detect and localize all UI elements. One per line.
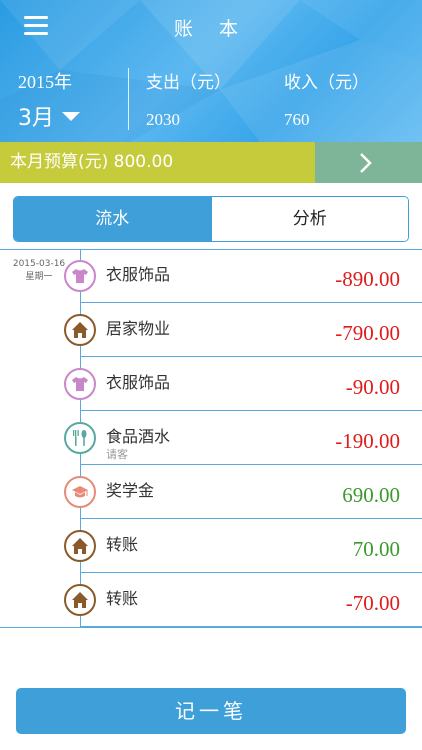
record-row[interactable]: 居家物业 -790.00: [0, 303, 422, 357]
income-label: 收入（元）: [284, 73, 369, 93]
record-category: 居家物业: [106, 319, 171, 338]
record-category: 衣服饰品: [106, 373, 171, 392]
expense-label: 支出（元）: [146, 73, 231, 93]
record-amount: -190.00: [335, 429, 400, 453]
month-selector[interactable]: 3月: [18, 100, 54, 132]
house-icon: [64, 530, 96, 562]
record-category: 衣服饰品: [106, 265, 171, 284]
add-record-button[interactable]: 记一笔: [16, 688, 406, 734]
record-category: 转账: [106, 535, 139, 554]
utensils-icon: [64, 422, 96, 454]
chevron-right-icon: [360, 153, 372, 173]
house-icon: [64, 584, 96, 616]
record-row[interactable]: 转账 -70.00: [0, 573, 422, 627]
record-category: 食品酒水: [106, 427, 171, 446]
list-bottom-divider: [0, 627, 422, 628]
record-note: 请客: [106, 448, 128, 461]
record-amount: 70.00: [352, 537, 400, 561]
record-row[interactable]: 衣服饰品 -90.00: [0, 357, 422, 411]
header-divider: [128, 68, 129, 130]
record-amount: -890.00: [335, 267, 400, 291]
record-row[interactable]: 转账 70.00: [0, 519, 422, 573]
row-divider: [80, 626, 422, 627]
record-row[interactable]: 衣服饰品 -890.00: [0, 249, 422, 303]
shirt-icon: [64, 260, 96, 292]
record-amount: 690.00: [342, 483, 400, 507]
shirt-icon: [64, 368, 96, 400]
header-bar: 账 本 2015年 3月 支出（元） 收入（元） 2030 760: [0, 0, 422, 142]
budget-bar[interactable]: 本月预算(元) 800.00: [0, 142, 315, 183]
house-icon: [64, 314, 96, 346]
budget-detail-button[interactable]: [315, 142, 422, 183]
chevron-down-icon[interactable]: [62, 112, 80, 121]
tab-analysis[interactable]: 分析: [210, 197, 408, 241]
record-category: 奖学金: [106, 481, 155, 500]
year-label: 2015年: [18, 72, 72, 92]
record-row[interactable]: 食品酒水请客 -190.00: [0, 411, 422, 465]
record-amount: -90.00: [345, 375, 400, 399]
record-category: 转账: [106, 589, 139, 608]
view-tabs: 流水 分析: [13, 196, 409, 242]
tab-flow[interactable]: 流水: [14, 197, 211, 241]
record-row[interactable]: 奖学金 690.00: [0, 465, 422, 519]
expense-value: 2030: [146, 110, 180, 129]
graduation-cap-icon: [64, 476, 96, 508]
record-amount: -70.00: [345, 591, 400, 615]
income-value: 760: [284, 110, 310, 129]
page-title: 账 本: [173, 18, 249, 40]
record-amount: -790.00: [335, 321, 400, 345]
